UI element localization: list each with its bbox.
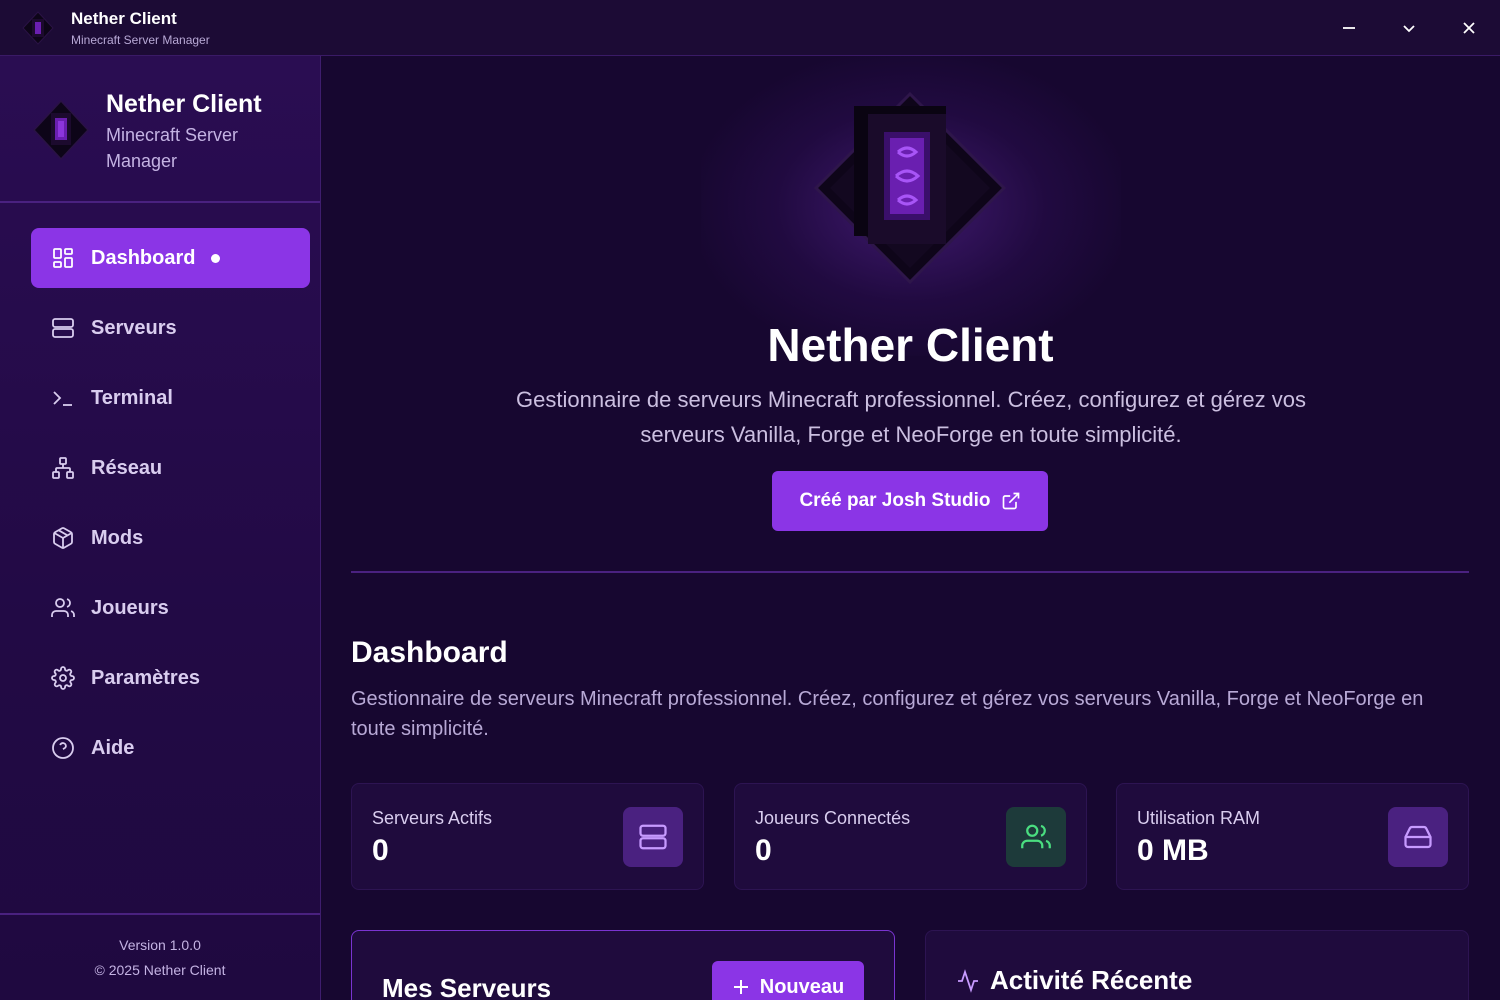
stat-value: 0 — [755, 834, 772, 867]
sidebar-item-mods[interactable]: Mods — [31, 508, 310, 568]
stat-label: Utilisation RAM — [1137, 808, 1261, 828]
stat-value: 0 — [372, 834, 389, 867]
sidebar-item-aide[interactable]: Aide — [31, 718, 310, 778]
nether-portal-logo-icon — [32, 99, 90, 161]
sidebar-item-label: Terminal — [91, 386, 173, 409]
hero-title: Nether Client — [767, 319, 1054, 371]
sidebar-brand-title: Nether Client — [106, 90, 262, 118]
active-indicator-dot — [211, 253, 221, 263]
maximize-button[interactable] — [1389, 8, 1429, 48]
package-icon — [53, 527, 73, 549]
window-subtitle: Minecraft Server Manager — [71, 33, 210, 47]
terminal-icon — [53, 391, 72, 406]
hard-drive-icon — [1404, 825, 1432, 849]
sidebar-item-label: Paramètres — [91, 666, 200, 689]
sidebar-item-terminal[interactable]: Terminal — [31, 368, 310, 428]
plus-icon — [733, 980, 748, 994]
stat-card-servers: Serveurs Actifs 0 — [351, 783, 704, 890]
sidebar-item-label: Joueurs — [91, 596, 169, 619]
sidebar-nav: Dashboard Serveurs Terminal Réseau Mods … — [31, 228, 310, 788]
dashboard-grid-icon — [53, 248, 73, 268]
chevron-down-icon — [1403, 25, 1415, 33]
sidebar-brand: Nether Client Minecraft Server Manager — [0, 56, 320, 203]
servers-panel-title: Mes Serveurs — [382, 973, 552, 1000]
sidebar-item-serveurs[interactable]: Serveurs — [31, 298, 310, 358]
activity-pulse-icon — [958, 968, 978, 993]
dashboard-title: Dashboard — [351, 636, 508, 669]
close-button[interactable] — [1449, 8, 1489, 48]
stat-value: 0 MB — [1137, 834, 1209, 867]
users-icon — [1021, 824, 1051, 849]
copyright-text: © 2025 Nether Client — [94, 962, 226, 978]
sidebar-item-label: Réseau — [91, 456, 163, 479]
sidebar-brand-subtitle: Minecraft Server Manager — [106, 125, 239, 171]
sidebar-item-label: Mods — [91, 526, 144, 549]
sidebar-item-reseau[interactable]: Réseau — [31, 438, 310, 498]
activity-panel: Activité Récente — [925, 930, 1469, 1000]
nether-portal-logo-icon — [22, 11, 54, 45]
sidebar-item-label: Aide — [91, 736, 135, 759]
sidebar-item-dashboard[interactable]: Dashboard — [31, 228, 310, 288]
stat-icon-box — [623, 807, 683, 867]
users-icon — [51, 598, 75, 617]
app-version: Version 1.0.0 — [119, 937, 201, 953]
section-divider — [351, 571, 1469, 573]
window-title: Nether Client — [71, 9, 177, 28]
gear-icon — [51, 666, 75, 690]
network-icon — [52, 457, 74, 479]
stat-icon-box — [1388, 807, 1448, 867]
stat-card-players: Joueurs Connectés 0 — [734, 783, 1087, 890]
hero-description: Gestionnaire de serveurs Minecraft profe… — [516, 387, 1306, 447]
minimize-button[interactable] — [1329, 8, 1369, 48]
close-icon — [1463, 22, 1475, 34]
minimize-icon — [1343, 27, 1355, 29]
activity-panel-title: Activité Récente — [990, 965, 1193, 995]
sidebar-item-label: Serveurs — [91, 316, 177, 339]
dashboard-description: Gestionnaire de serveurs Minecraft profe… — [351, 688, 1424, 740]
sidebar-footer: Version 1.0.0 © 2025 Nether Client — [0, 913, 320, 1000]
external-link-icon — [1002, 492, 1019, 510]
servers-panel: Mes Serveurs Nouveau — [351, 930, 895, 1000]
sidebar-item-joueurs[interactable]: Joueurs — [31, 578, 310, 638]
stat-icon-box — [1006, 807, 1066, 867]
server-icon — [639, 824, 667, 850]
sidebar-item-label: Dashboard — [91, 246, 196, 269]
credits-link-button[interactable]: Créé par Josh Studio — [772, 471, 1048, 531]
credits-button-label: Créé par Josh Studio — [799, 490, 991, 511]
main-content: Nether Client Gestionnaire de serveurs M… — [321, 56, 1500, 1000]
new-server-button[interactable]: Nouveau — [712, 961, 864, 1000]
stat-label: Joueurs Connectés — [755, 808, 911, 828]
title-bar: Nether Client Minecraft Server Manager — [0, 0, 1500, 56]
help-circle-icon — [52, 737, 74, 759]
stat-label: Serveurs Actifs — [372, 808, 493, 828]
sidebar: Nether Client Minecraft Server Manager D… — [0, 56, 321, 1000]
server-icon — [52, 318, 74, 338]
sidebar-item-parametres[interactable]: Paramètres — [31, 648, 310, 708]
nether-portal-hero-icon — [813, 91, 1007, 285]
new-server-label: Nouveau — [759, 975, 845, 998]
stat-card-ram: Utilisation RAM 0 MB — [1116, 783, 1469, 890]
